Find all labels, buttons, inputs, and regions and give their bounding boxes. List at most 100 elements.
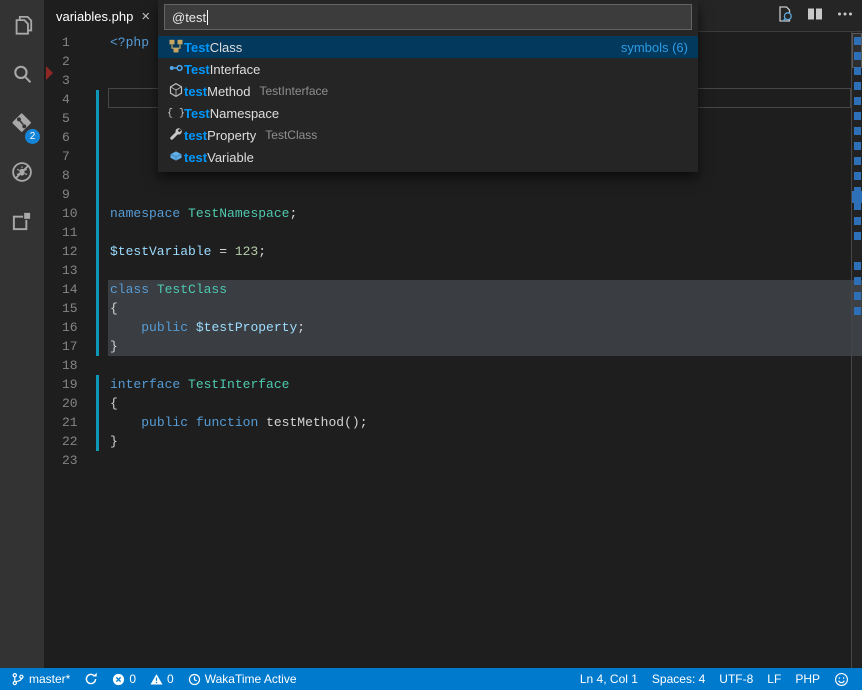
symbol-label-text: Method [207,84,250,99]
line-number: 15 [62,299,78,318]
status-master[interactable]: master* [4,668,77,690]
activity-item-source-control[interactable]: 2 [0,98,44,147]
token: TestInterface [188,377,289,392]
line-number: 20 [62,394,78,413]
line-number: 8 [62,166,70,185]
editor-line: 21 public function testMethod(); [44,413,862,432]
symbol-item-testnamespace[interactable]: { }TestNamespace [158,102,698,124]
activity-item-extensions[interactable] [0,196,44,245]
quick-open-input[interactable]: @test [164,4,692,30]
status-label: WakaTime Active [205,672,297,686]
overview-modified-mark [854,217,861,225]
symbol-match-text: test [184,150,207,165]
overview-range-mark [852,191,862,203]
status-label: UTF-8 [719,672,753,686]
status-utf-8[interactable]: UTF-8 [712,668,760,690]
overview-modified-mark [854,262,861,270]
overview-modified-mark [854,157,861,165]
overview-modified-mark [854,292,861,300]
text-caret [207,10,208,25]
activity-item-debug[interactable] [0,147,44,196]
split-editor-button[interactable] [806,5,824,28]
overview-modified-mark [854,97,861,105]
activity-item-explorer[interactable] [0,0,44,49]
symbol-label-text: Namespace [210,106,279,121]
status-sync[interactable] [77,668,105,690]
line-number: 11 [62,223,78,242]
symbol-interface-icon [168,60,184,79]
tab-label: variables.php [56,9,133,24]
editor-line: 19interface TestInterface [44,375,862,394]
clock-icon [188,673,201,686]
status-wakatime-active[interactable]: WakaTime Active [181,668,304,690]
token [149,282,157,297]
token: { [110,396,118,411]
symbol-label-text: Class [210,40,243,55]
warning-icon [150,673,163,686]
tab-variables-php[interactable]: variables.php × [44,0,158,32]
editor-line: 13 [44,261,862,280]
token: function [196,415,258,430]
token: TestNamespace [188,206,289,221]
more-actions-button[interactable] [836,5,854,28]
symbol-item-testvariable[interactable]: testVariable [158,146,698,168]
line-number: 9 [62,185,70,204]
status-0[interactable]: 0 [143,668,181,690]
token: ; [258,244,266,259]
editor-line: 17} [44,337,862,356]
gutter-modified-indicator [96,166,99,185]
symbol-item-testinterface[interactable]: TestInterface [158,58,698,80]
symbol-namespace-icon: { } [168,104,184,123]
search-icon [9,61,35,87]
status-php[interactable]: PHP [788,668,827,690]
line-number: 23 [62,451,78,470]
gutter-modified-indicator [96,147,99,166]
token: $testProperty [196,320,297,335]
symbol-label-text: Variable [207,150,254,165]
symbol-item-testmethod[interactable]: testMethodTestInterface [158,80,698,102]
overview-modified-mark [854,127,861,135]
extensions-icon [9,208,35,234]
token: } [110,434,118,449]
quick-open-list: TestClasssymbols (6)TestInterfacetestMet… [158,36,698,168]
status-label: 0 [129,672,136,686]
token: testMethod(); [266,415,367,430]
editor-line: 11 [44,223,862,242]
activity-item-search[interactable] [0,49,44,98]
status-ln-4-col-1[interactable]: Ln 4, Col 1 [573,668,645,690]
overview-modified-mark [854,67,861,75]
search-file-icon [776,5,794,28]
editor-line: 22} [44,432,862,451]
overview-modified-mark [854,82,861,90]
gutter-modified-indicator [96,318,99,337]
editor-line: 20 { [44,394,862,413]
line-number: 5 [62,109,70,128]
status-0[interactable]: 0 [105,668,143,690]
status-spaces-4[interactable]: Spaces: 4 [645,668,712,690]
line-number: 10 [62,204,78,223]
close-icon[interactable]: × [141,9,150,24]
code-text: } [110,432,118,451]
token: ; [297,320,305,335]
debug-icon [9,159,35,185]
token [180,377,188,392]
code-text: } [110,337,118,356]
symbols-group-badge: symbols (6) [621,40,688,55]
code-text: class TestClass [110,280,227,299]
code-text: { [110,299,118,318]
line-number: 22 [62,432,78,451]
token: namespace [110,206,180,221]
editor-line: 10namespace TestNamespace; [44,204,862,223]
symbol-method-icon [168,82,184,101]
search-file-button[interactable] [776,5,794,28]
symbol-item-testclass[interactable]: TestClasssymbols (6) [158,36,698,58]
status-smiley[interactable] [827,668,856,690]
more-actions-icon [836,5,854,28]
gutter-modified-indicator [96,280,99,299]
token: $testVariable [110,244,211,259]
symbol-item-testproperty[interactable]: testPropertyTestClass [158,124,698,146]
gutter-modified-indicator [96,413,99,432]
status-lf[interactable]: LF [760,668,788,690]
token [110,320,141,335]
quick-open-widget: @test TestClasssymbols (6)TestInterfacet… [158,0,698,172]
